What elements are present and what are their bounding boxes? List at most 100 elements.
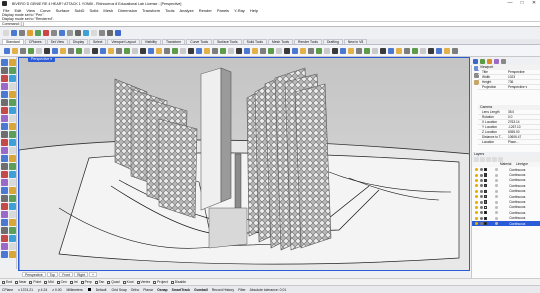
box-icon[interactable] [1, 171, 8, 178]
properties-tab-icon[interactable] [473, 58, 478, 64]
render-icon[interactable] [115, 30, 121, 36]
hide-icon[interactable] [196, 47, 202, 54]
zoom-window-icon[interactable] [340, 47, 346, 54]
viewport-tab-perspective[interactable]: Perspective [22, 271, 46, 277]
hide-icon[interactable] [1, 235, 8, 242]
menu-item-help[interactable]: Help [250, 8, 258, 13]
offset-icon[interactable] [1, 123, 8, 130]
layer-color-swatch[interactable] [484, 200, 488, 204]
linetype-cell[interactable]: Continuous [509, 216, 525, 220]
sphere-icon[interactable] [9, 171, 16, 178]
polygon-icon[interactable] [1, 99, 8, 106]
extrude-icon[interactable] [1, 155, 8, 162]
orient-icon[interactable] [1, 227, 8, 234]
material-icon[interactable] [494, 184, 498, 188]
tab-set-view[interactable]: Set View [46, 39, 68, 44]
print-icon[interactable] [27, 30, 33, 36]
named-view-icon[interactable] [332, 47, 338, 54]
explode-icon[interactable] [1, 139, 8, 146]
linetype-cell[interactable]: Continuous [509, 222, 525, 226]
layer-row[interactable]: Continuous [472, 220, 540, 227]
status-absolute-tolerance--0-01[interactable]: Absolute tolerance: 0.01 [250, 288, 287, 292]
arctic-icon[interactable] [420, 47, 426, 54]
polyline-icon[interactable] [9, 67, 16, 74]
rebuild-icon[interactable] [1, 147, 8, 154]
menu-item-view[interactable]: View [26, 8, 35, 13]
gumball-icon[interactable] [220, 47, 226, 54]
layer-color-swatch[interactable] [484, 184, 488, 188]
osnap-quad[interactable]: Quad [107, 280, 120, 284]
ellipse-icon[interactable] [1, 91, 8, 98]
arc-icon[interactable] [44, 47, 50, 54]
status-smarttrack[interactable]: SmartTrack [172, 288, 190, 292]
dimension-icon[interactable] [252, 47, 258, 54]
tab-viewport-layout[interactable]: Viewport Layout [107, 39, 140, 44]
layer-color-swatch[interactable] [484, 205, 488, 210]
join-icon[interactable] [9, 131, 16, 138]
material-icon[interactable] [292, 47, 298, 54]
boolean-split-icon[interactable] [1, 195, 8, 202]
curve-icon[interactable] [9, 75, 16, 82]
tab-display[interactable]: Display [68, 39, 89, 44]
render-tab-icon[interactable] [487, 58, 492, 64]
layer-color-swatch[interactable] [484, 168, 488, 172]
status-gumball[interactable]: Gumball [194, 288, 208, 292]
shade-icon[interactable] [372, 47, 378, 54]
tab-new-in-v8[interactable]: New in V8 [343, 39, 368, 44]
tab-solid-tools[interactable]: Solid Tools [242, 39, 267, 44]
osnap-end[interactable]: End [2, 280, 12, 284]
status-osnap[interactable]: Osnap [157, 288, 168, 292]
pan-view-icon[interactable] [356, 47, 362, 54]
display-icon[interactable] [107, 30, 113, 36]
layers-tab-icon[interactable] [480, 58, 485, 64]
tab-render-tools[interactable]: Render Tools [294, 39, 322, 44]
technical-icon[interactable] [404, 47, 410, 54]
checkbox[interactable] [44, 280, 48, 284]
menu-item-mesh[interactable]: Mesh [103, 8, 113, 13]
zoom-extents-icon[interactable] [99, 30, 105, 36]
hatch-icon[interactable] [268, 47, 274, 54]
tab-visibility[interactable]: Visibility [140, 39, 161, 44]
pan-icon[interactable] [9, 251, 16, 258]
prop-value[interactable]: 35.0 [508, 110, 540, 114]
layer-icon[interactable] [228, 47, 234, 54]
tab-surface-tools[interactable]: Surface Tools [213, 39, 242, 44]
revolve-icon[interactable] [9, 155, 16, 162]
lock-icon[interactable] [479, 184, 483, 188]
wireframe-icon[interactable] [380, 47, 386, 54]
material-icon[interactable] [494, 189, 498, 193]
material-icon[interactable] [494, 178, 498, 182]
trim-icon[interactable] [156, 47, 162, 54]
rotate-icon[interactable] [124, 47, 130, 54]
copy-icon[interactable] [9, 203, 16, 210]
lightbulb-icon[interactable] [475, 216, 478, 220]
material-icon[interactable] [494, 211, 498, 215]
scale-icon[interactable] [132, 47, 138, 54]
tab-cplanes[interactable]: CPlanes [24, 39, 46, 44]
linetype-cell[interactable]: Continuous [509, 200, 525, 204]
osnap-icon[interactable] [212, 47, 218, 54]
rectangle-icon[interactable] [60, 47, 66, 54]
lightbulb-icon[interactable] [475, 173, 478, 177]
status-grid-snap[interactable]: Grid Snap [111, 288, 126, 292]
move-icon[interactable] [1, 203, 8, 210]
trim-icon[interactable] [9, 123, 16, 130]
scale-icon[interactable] [9, 211, 16, 218]
material-icon[interactable] [494, 216, 498, 220]
material-icon[interactable] [494, 205, 498, 209]
minimize-icon[interactable]: — [504, 0, 516, 7]
material-icon[interactable] [494, 195, 498, 199]
checkbox[interactable] [2, 280, 5, 284]
lightbulb-icon[interactable] [475, 189, 478, 193]
tab-standard[interactable]: Standard [2, 39, 24, 44]
text-icon[interactable] [260, 47, 266, 54]
tab-select[interactable]: Select [89, 39, 107, 44]
point-icon[interactable] [1, 67, 8, 74]
lock-icon[interactable] [9, 235, 16, 242]
analyze-icon[interactable] [9, 243, 16, 250]
loft-icon[interactable] [92, 47, 98, 54]
lightbulb-icon[interactable] [475, 222, 478, 226]
arc-icon[interactable] [9, 83, 16, 90]
osnap-vertex[interactable]: Vertex [136, 280, 150, 284]
materials-tab-icon[interactable] [494, 58, 499, 64]
